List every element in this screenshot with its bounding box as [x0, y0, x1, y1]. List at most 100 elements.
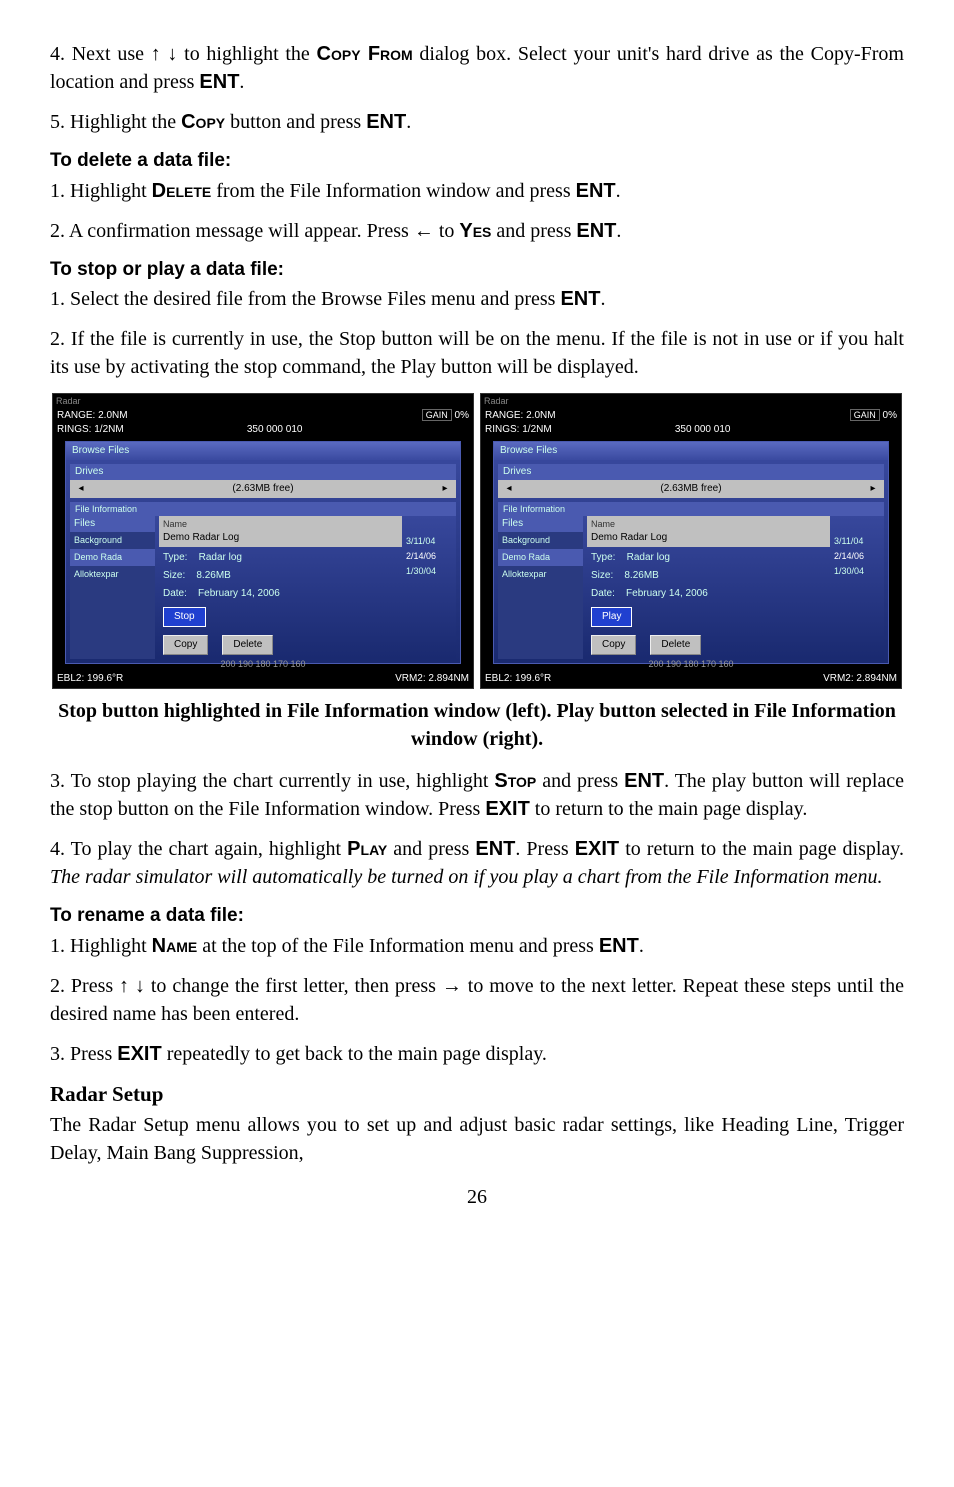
text: .: [406, 111, 411, 133]
left-arrow-icon[interactable]: ◂: [76, 482, 86, 496]
date-label: Date:: [163, 588, 187, 599]
date-label: Date:: [591, 588, 615, 599]
files-heading: Files: [70, 516, 155, 532]
bearing-ticks: 350 000 010: [675, 423, 731, 437]
name-field[interactable]: Name Demo Radar Log: [587, 516, 830, 547]
size-label: Size:: [591, 570, 613, 581]
text: .: [600, 288, 605, 310]
stop-play-heading: To stop or play a data file:: [50, 257, 904, 284]
right-arrow-icon[interactable]: ▸: [440, 482, 450, 496]
delete-button[interactable]: Delete: [222, 635, 273, 655]
text: 1. Highlight: [50, 935, 152, 957]
dates-column: 3/11/04 2/14/06 1/30/04: [406, 516, 456, 659]
text: from the File Information window and pre…: [211, 180, 575, 202]
bearing-ticks: 350 000 010: [247, 423, 303, 437]
step-5: 5. Highlight the Copy button and press E…: [50, 108, 904, 136]
file-item[interactable]: Alloktexpar: [70, 566, 155, 583]
rename-step-3: 3. Press EXIT repeatedly to get back to …: [50, 1040, 904, 1068]
stop-button[interactable]: Stop: [163, 607, 206, 627]
files-column: Files Background Demo Rada Alloktexpar: [498, 516, 583, 659]
text: 1. Highlight: [50, 180, 152, 202]
gain-value: 0%: [455, 410, 469, 421]
text: 1. Select the desired file from the Brow…: [50, 288, 560, 310]
window-title: Radar: [481, 394, 901, 409]
drives-panel: Drives ◂ (2.63MB free) ▸: [70, 464, 456, 498]
ent-key: ENT: [560, 288, 600, 310]
text: . Press: [515, 838, 574, 860]
radar-screenshot-right: Radar RANGE: 2.0NM RINGS: 1/2NM 350 000 …: [480, 393, 902, 689]
italic-note: The radar simulator will automatically b…: [50, 866, 883, 888]
text: 3. Press: [50, 1043, 117, 1065]
figure-row: Radar RANGE: 2.0NM RINGS: 1/2NM 350 000 …: [50, 393, 904, 689]
play-button[interactable]: Play: [591, 607, 632, 627]
radar-screenshot-left: Radar RANGE: 2.0NM RINGS: 1/2NM 350 000 …: [52, 393, 474, 689]
left-arrow-icon[interactable]: ◂: [504, 482, 514, 496]
text: 2. A confirmation message will appear. P…: [50, 220, 459, 242]
ent-key: ENT: [366, 111, 406, 133]
date-value: February 14, 2006: [626, 588, 708, 599]
page-number: 26: [50, 1183, 904, 1211]
file-date: 2/14/06: [834, 549, 884, 564]
delete-step-2: 2. A confirmation message will appear. P…: [50, 217, 904, 245]
text: and press: [491, 220, 576, 242]
text: to return to the main page display.: [619, 838, 904, 860]
rename-heading: To rename a data file:: [50, 903, 904, 930]
gain-label: GAIN: [850, 409, 880, 421]
file-date: 3/11/04: [834, 534, 884, 549]
files-heading: Files: [498, 516, 583, 532]
radar-setup-body: The Radar Setup menu allows you to set u…: [50, 1111, 904, 1167]
name-label: Name: [591, 518, 826, 531]
size-value: 8.26MB: [624, 570, 658, 581]
ent-key: ENT: [599, 935, 639, 957]
copy-from-label: Copy From: [317, 43, 413, 65]
text: at the top of the File Information menu …: [197, 935, 599, 957]
text: 4. To play the chart again, highlight: [50, 838, 347, 860]
type-label: Type:: [591, 552, 615, 563]
size-label: Size:: [163, 570, 185, 581]
file-item-selected[interactable]: Demo Rada: [498, 549, 583, 566]
stop-play-step-4: 4. To play the chart again, highlight Pl…: [50, 835, 904, 891]
vrm-readout: VRM2: 2.894NM: [395, 672, 469, 686]
copy-button[interactable]: Copy: [591, 635, 636, 655]
copy-button[interactable]: Copy: [163, 635, 208, 655]
drives-heading: Drives: [498, 464, 884, 480]
size-value: 8.26MB: [196, 570, 230, 581]
file-item[interactable]: Background: [498, 532, 583, 549]
text: .: [639, 935, 644, 957]
file-item[interactable]: Background: [70, 532, 155, 549]
copy-label: Copy: [181, 111, 225, 133]
text: to return to the main page display.: [530, 798, 808, 820]
file-info-title: File Information: [70, 502, 456, 517]
browse-files-title: Browse Files: [494, 442, 888, 460]
file-date: 3/11/04: [406, 534, 456, 549]
right-arrow-icon[interactable]: ▸: [868, 482, 878, 496]
drive-free-space: (2.63MB free): [660, 482, 721, 496]
rename-step-1: 1. Highlight Name at the top of the File…: [50, 932, 904, 960]
text: and press: [387, 838, 475, 860]
delete-button[interactable]: Delete: [650, 635, 701, 655]
drive-free-space: (2.63MB free): [232, 482, 293, 496]
info-column: Name Demo Radar Log Type: Radar log Size…: [583, 516, 834, 659]
browse-files-title: Browse Files: [66, 442, 460, 460]
range-readout: RANGE: 2.0NM: [485, 409, 556, 423]
ent-key: ENT: [576, 180, 616, 202]
ent-key: ENT: [576, 220, 616, 242]
delete-step-1: 1. Highlight Delete from the File Inform…: [50, 177, 904, 205]
file-item[interactable]: Alloktexpar: [498, 566, 583, 583]
rings-readout: RINGS: 1/2NM: [485, 423, 556, 437]
exit-key: EXIT: [575, 838, 619, 860]
delete-heading: To delete a data file:: [50, 148, 904, 175]
text: .: [616, 180, 621, 202]
name-field[interactable]: Name Demo Radar Log: [159, 516, 402, 547]
stop-play-step-2: 2. If the file is currently in use, the …: [50, 325, 904, 381]
text: 4. Next use ↑ ↓ to highlight the: [50, 43, 317, 65]
gain-label: GAIN: [422, 409, 452, 421]
yes-label: Yes: [459, 220, 491, 242]
files-column: Files Background Demo Rada Alloktexpar: [70, 516, 155, 659]
file-item-selected[interactable]: Demo Rada: [70, 549, 155, 566]
name-label: Name: [152, 935, 198, 957]
stop-play-step-3: 3. To stop playing the chart currently i…: [50, 767, 904, 823]
stop-play-step-1: 1. Select the desired file from the Brow…: [50, 285, 904, 313]
type-value: Radar log: [627, 552, 670, 563]
text: 5. Highlight the: [50, 111, 181, 133]
